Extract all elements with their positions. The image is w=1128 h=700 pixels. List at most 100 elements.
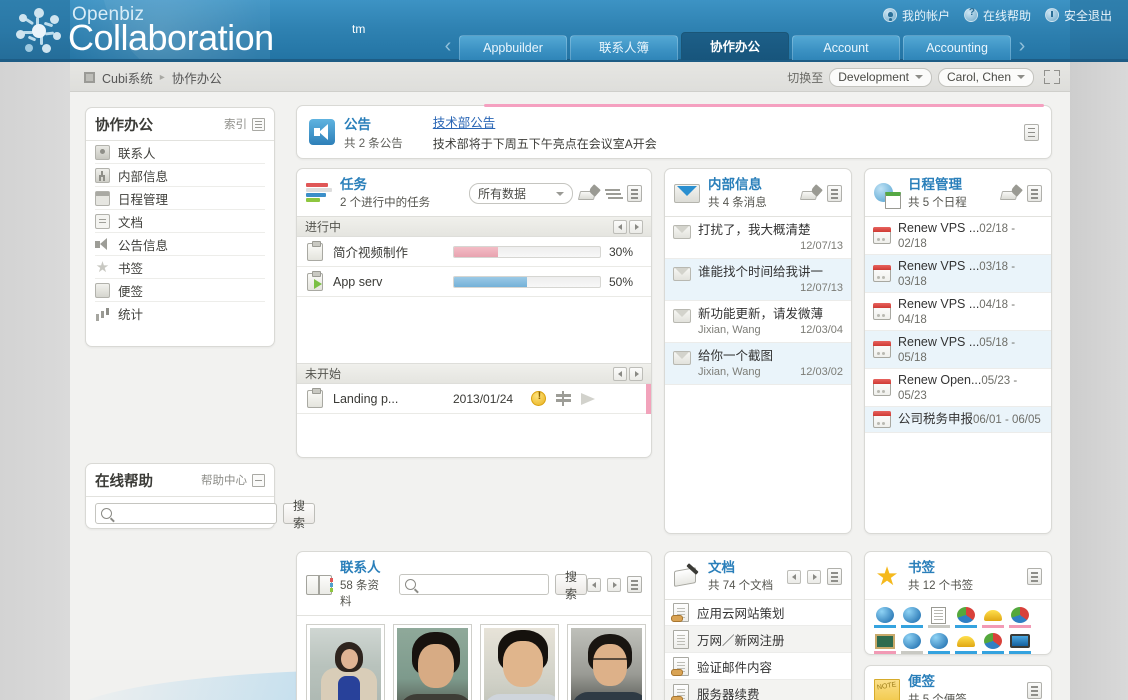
table-row[interactable]: Landing p... 2013/01/24 — [297, 384, 651, 414]
prev-page-icon[interactable] — [613, 367, 627, 381]
list-item[interactable]: Renew VPS ...05/18 - 05/18 — [865, 331, 1051, 369]
list-menu-icon[interactable] — [1027, 185, 1042, 202]
account-links: 我的帐户 在线帮助 安全退出 — [883, 6, 1112, 24]
sidebar-item-label: 日程管理 — [118, 189, 168, 208]
fullscreen-icon[interactable] — [1044, 69, 1060, 85]
help-center-label[interactable]: 帮助中心 — [201, 472, 247, 488]
user-select[interactable]: Carol, Chen — [938, 68, 1034, 87]
bookmark-board-icon[interactable] — [874, 632, 896, 654]
contacts-search-button[interactable]: 搜索 — [555, 574, 587, 595]
list-item[interactable]: Renew VPS ...04/18 - 04/18 — [865, 293, 1051, 331]
bookmark-note-icon[interactable] — [928, 606, 950, 628]
next-page-icon[interactable] — [629, 367, 643, 381]
document-label: 应用云网站策划 — [697, 603, 785, 622]
tabs-next-arrow-icon[interactable]: › — [1014, 34, 1030, 60]
list-item[interactable]: Renew Open...05/23 - 05/23 — [865, 369, 1051, 407]
prev-page-icon[interactable] — [587, 578, 601, 592]
list-menu-icon[interactable] — [252, 118, 265, 131]
list-item[interactable]: 公司税务申报06/01 - 06/05 — [865, 407, 1051, 433]
list-item[interactable]: Renew VPS ...02/18 - 02/18 — [865, 216, 1051, 255]
prev-page-icon[interactable] — [787, 570, 801, 584]
tab-contacts-book[interactable]: 联系人簿 — [570, 35, 678, 60]
sidebar-item-calendar[interactable]: 日程管理 — [95, 187, 265, 210]
table-row[interactable]: 简介视频制作 30% — [297, 237, 651, 267]
list-menu-icon[interactable] — [1027, 568, 1042, 585]
announcement-item-link[interactable]: 技术部公告 — [433, 116, 496, 130]
contact-card[interactable]: Jixian, Wang 同事 — [480, 624, 559, 700]
tasks-filter-select[interactable]: 所有数据 — [469, 183, 573, 204]
sidebar-item-contacts[interactable]: 联系人 — [95, 141, 265, 164]
signpost-icon[interactable] — [556, 391, 571, 406]
sidebar-index-label[interactable]: 索引 — [224, 116, 247, 132]
online-help-link[interactable]: 在线帮助 — [964, 7, 1031, 24]
environment-select[interactable]: Development — [829, 68, 932, 87]
tab-accounting[interactable]: Accounting — [903, 35, 1011, 60]
message-date: 12/07/13 — [800, 240, 843, 252]
help-search-button[interactable]: 搜索 — [283, 503, 315, 524]
list-menu-icon[interactable] — [627, 576, 642, 593]
list-item[interactable]: 新功能更新，请发微薄 Jixian, Wang12/03/04 — [665, 301, 851, 343]
bookmark-screen-icon[interactable] — [1009, 632, 1031, 654]
edit-pen-icon[interactable] — [801, 186, 821, 201]
list-item[interactable]: 验证邮件内容 — [665, 653, 851, 680]
bookmark-pie-icon[interactable] — [1009, 606, 1031, 628]
bookmark-pie-icon[interactable] — [955, 606, 977, 628]
sidebar-header: 协作办公 索引 — [86, 108, 274, 141]
sidebar-item-documents[interactable]: 文档 — [95, 210, 265, 233]
list-item[interactable]: 给你一个截图 Jixian, Wang12/03/02 — [665, 343, 851, 385]
contact-card[interactable]: Carol, Chen 同事 — [306, 624, 385, 700]
my-account-link[interactable]: 我的帐户 — [883, 7, 950, 24]
list-item[interactable]: Renew VPS ...03/18 - 03/18 — [865, 255, 1051, 293]
context-switcher: 切换至 Development Carol, Chen — [787, 62, 1060, 92]
bookmark-globe-icon[interactable] — [901, 632, 923, 654]
help-search-input[interactable] — [116, 507, 271, 521]
next-page-icon[interactable] — [607, 578, 621, 592]
chevron-down-icon — [1017, 75, 1025, 79]
tasks-section-inprogress-label: 进行中 — [305, 218, 341, 235]
contacts-search-wrap[interactable] — [399, 574, 549, 595]
table-row[interactable]: App serv 50% — [297, 267, 651, 297]
list-item[interactable]: 服务器续费 — [665, 680, 851, 700]
tab-account[interactable]: Account — [792, 35, 900, 60]
list-item[interactable]: 应用云网站策划 — [665, 599, 851, 626]
list-menu-icon[interactable] — [627, 185, 642, 202]
edit-pen-icon[interactable] — [579, 186, 599, 201]
sidebar-item-notes[interactable]: 便签 — [95, 279, 265, 302]
sidebar-item-announcements[interactable]: 公告信息 — [95, 233, 265, 256]
warning-icon[interactable] — [531, 391, 546, 406]
list-item[interactable]: 打扰了，我大概清楚 12/07/13 — [665, 216, 851, 259]
list-item[interactable]: 万网／新网注册 — [665, 626, 851, 653]
prev-page-icon[interactable] — [613, 220, 627, 234]
sidebar-item-statistics[interactable]: 统计 — [95, 302, 265, 325]
bookmark-globe-icon[interactable] — [901, 606, 923, 628]
bookmark-globe-icon[interactable] — [874, 606, 896, 628]
tabs-prev-arrow-icon[interactable]: ‹ — [440, 34, 456, 60]
collapse-icon[interactable] — [252, 474, 265, 487]
bookmark-helmet-icon[interactable] — [982, 606, 1004, 628]
bookmark-globe-icon[interactable] — [928, 632, 950, 654]
next-page-icon[interactable] — [629, 220, 643, 234]
flag-icon[interactable] — [581, 392, 596, 405]
next-page-icon[interactable] — [807, 570, 821, 584]
bookmark-helmet-icon[interactable] — [955, 632, 977, 654]
bookmark-pie-icon[interactable] — [982, 632, 1004, 654]
sidebar-item-bookmarks[interactable]: ★ 书签 — [95, 256, 265, 279]
sort-icon[interactable] — [605, 187, 621, 201]
edit-pen-icon[interactable] — [1001, 186, 1021, 201]
star-icon: ★ — [95, 260, 110, 275]
list-menu-icon[interactable] — [827, 568, 842, 585]
tab-collaboration[interactable]: 协作办公 — [681, 32, 789, 60]
list-menu-icon[interactable] — [827, 185, 842, 202]
sidebar-item-internal-messages[interactable]: 内部信息 — [95, 164, 265, 187]
list-item[interactable]: 谁能找个时间给我讲一 12/07/13 — [665, 259, 851, 301]
breadcrumb-root[interactable]: Cubi系统 — [102, 68, 153, 87]
list-menu-icon[interactable] — [1027, 682, 1042, 699]
tab-appbuilder[interactable]: Appbuilder — [459, 35, 567, 60]
logout-link[interactable]: 安全退出 — [1045, 7, 1112, 24]
help-search-wrap[interactable] — [95, 503, 277, 524]
list-menu-icon[interactable] — [1024, 124, 1039, 141]
contacts-search-input[interactable] — [420, 578, 543, 592]
contact-card[interactable]: Jack, Lee 同事 — [567, 624, 646, 700]
contact-card[interactable]: Bian, Xin 合作伙伴 — [393, 624, 472, 700]
brand-logo[interactable]: Openbiz Collaboration tm — [16, 2, 376, 60]
